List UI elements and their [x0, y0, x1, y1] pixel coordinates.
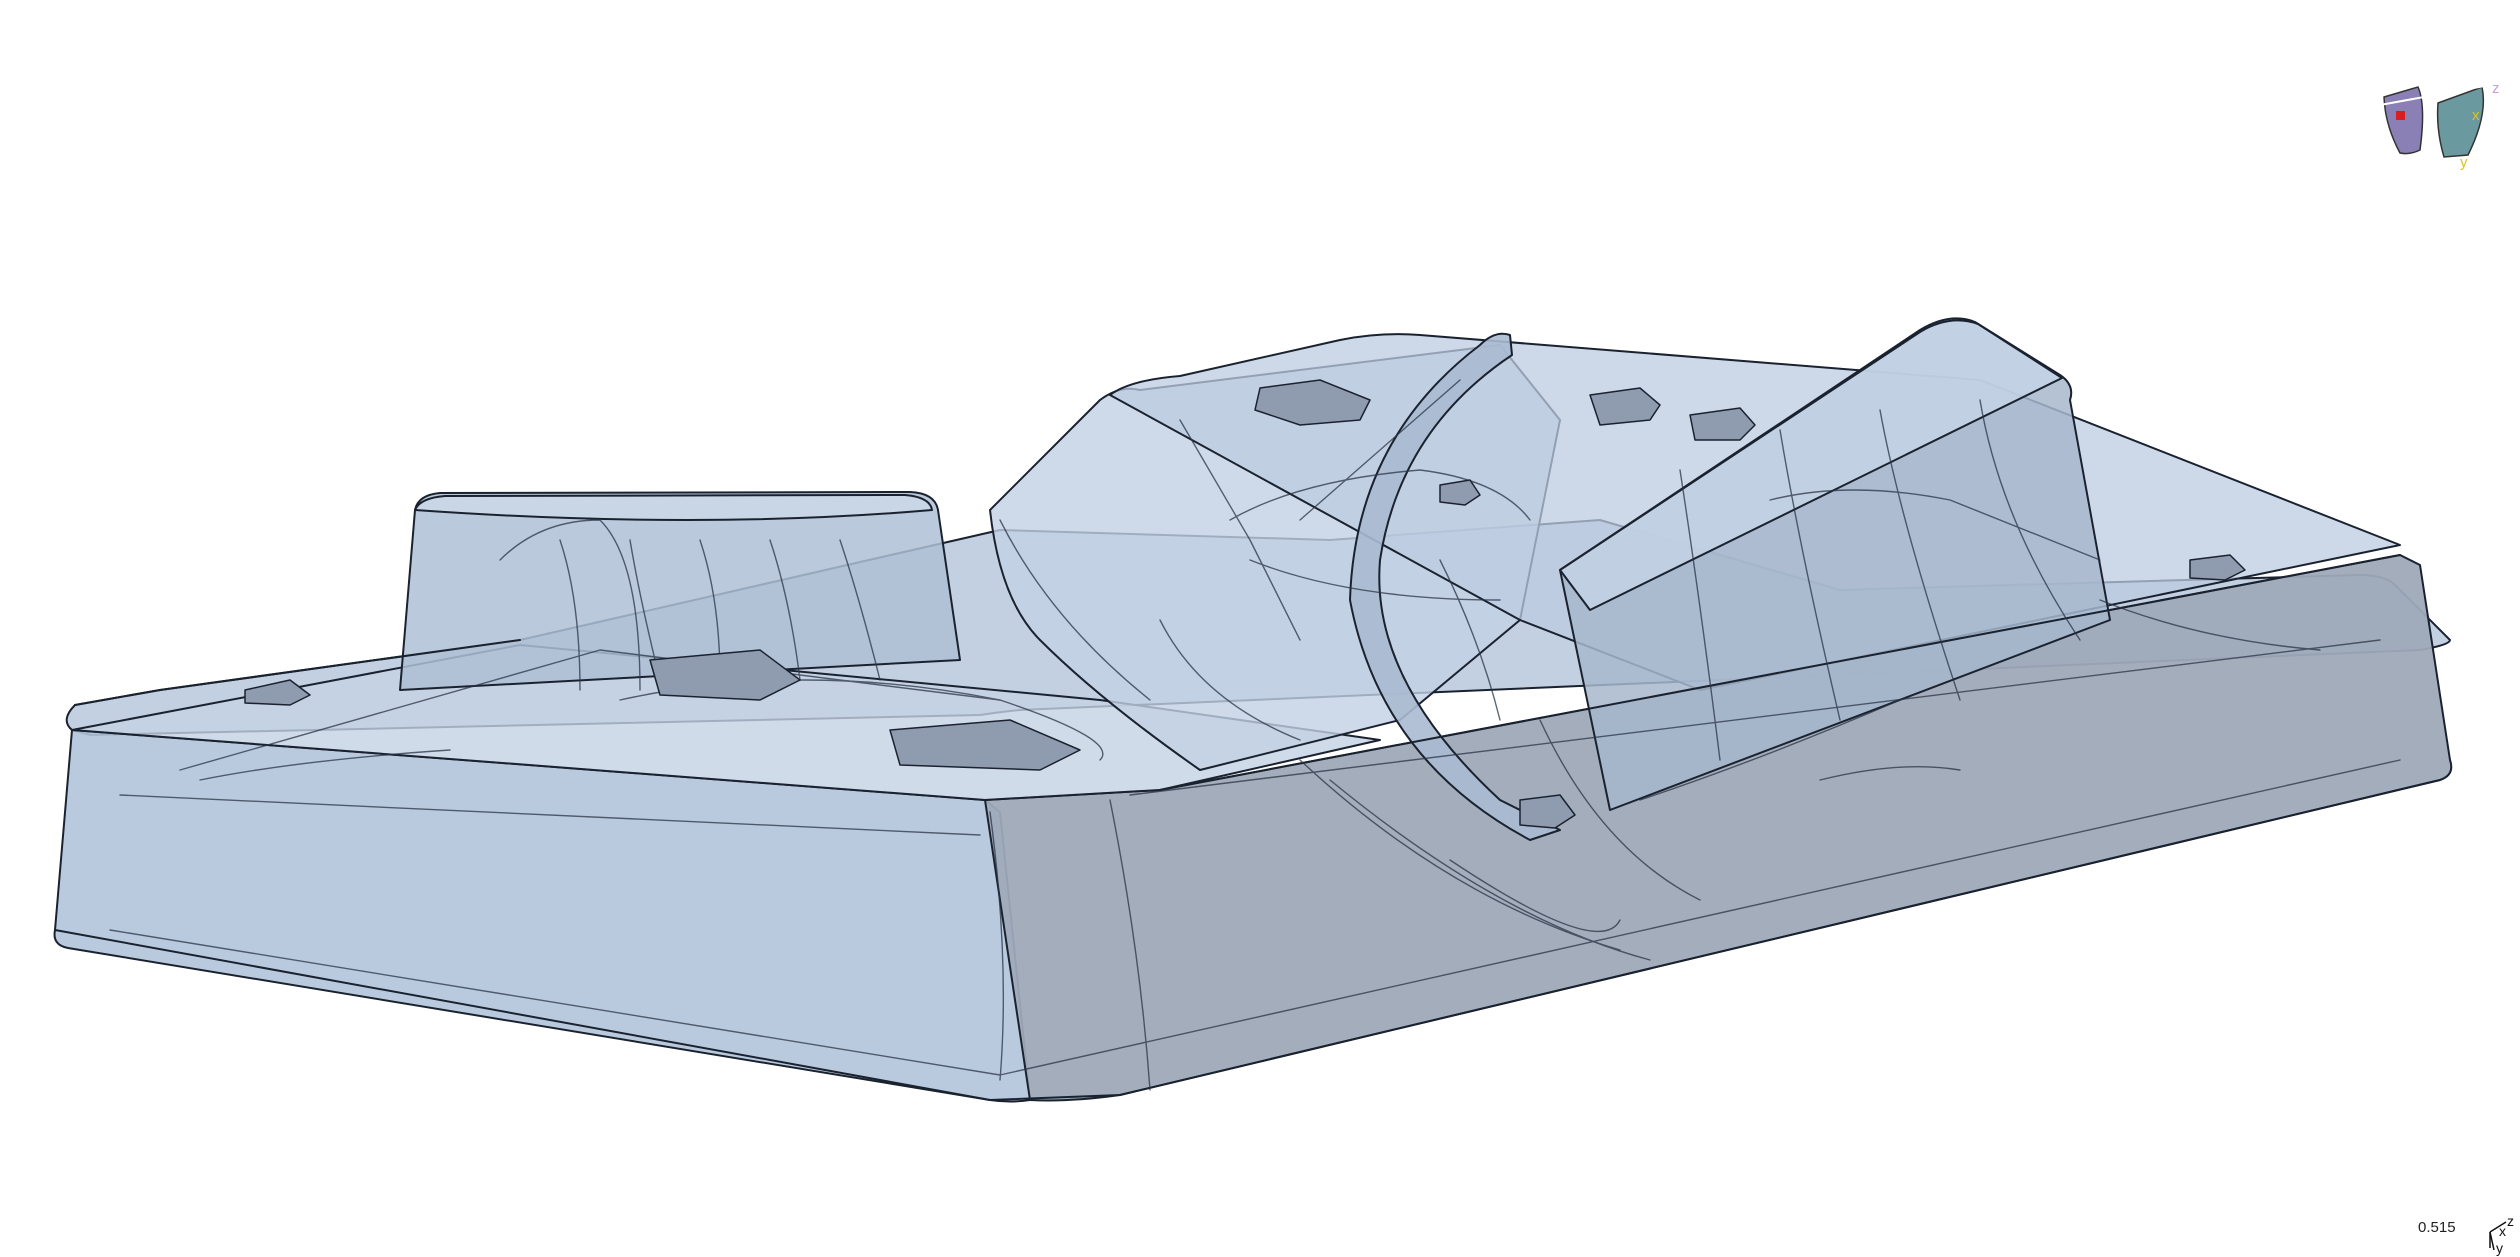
- zoom-scale-readout: 0.515: [2418, 1219, 2456, 1236]
- axis-triad-label-y: y: [2496, 1240, 2503, 1256]
- orientation-label-z: z: [2492, 80, 2500, 97]
- axis-triad-icon: x z y: [2489, 1213, 2514, 1256]
- axis-triad-label-z: z: [2507, 1213, 2514, 1229]
- orientation-left-face: [2383, 86, 2424, 155]
- orientation-label-y: y: [2460, 154, 2468, 171]
- orientation-marker: [2396, 111, 2405, 120]
- orientation-label-x: x: [2472, 107, 2480, 124]
- axis-triad-label-x: x: [2499, 1223, 2506, 1239]
- view-orientation-icon[interactable]: z x y: [2379, 80, 2500, 171]
- 3d-viewport[interactable]: z x y x z y: [0, 0, 2520, 1257]
- 3d-model[interactable]: [53, 317, 2453, 1103]
